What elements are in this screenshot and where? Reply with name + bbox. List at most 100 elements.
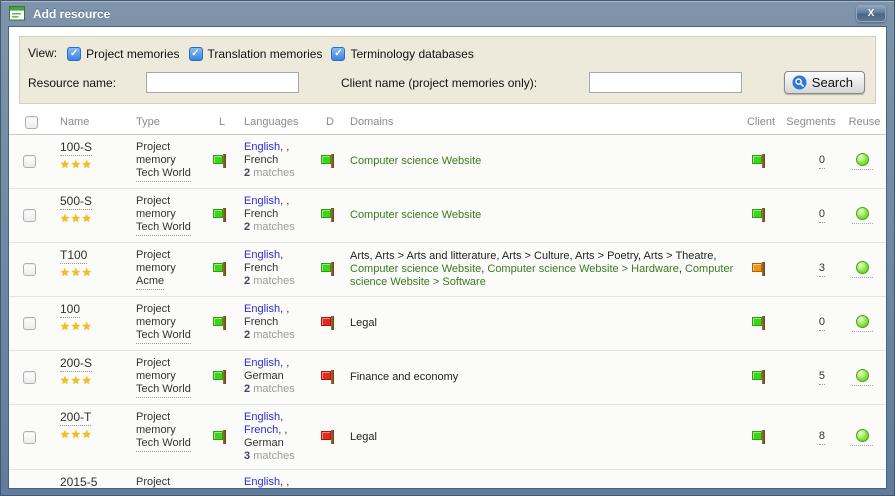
view-option-translation-memories[interactable]: ✓ Translation memories bbox=[189, 47, 323, 61]
green-flag-icon bbox=[321, 154, 336, 169]
language-text: , bbox=[280, 411, 283, 423]
red-flag-icon bbox=[321, 316, 336, 331]
row-checkbox[interactable] bbox=[23, 431, 36, 444]
segments-count[interactable]: 5 bbox=[819, 370, 825, 385]
segments-count[interactable]: 8 bbox=[819, 430, 825, 445]
reuse-indicator[interactable] bbox=[852, 261, 873, 278]
row-checkbox[interactable] bbox=[23, 317, 36, 330]
language-link[interactable]: English bbox=[244, 249, 280, 261]
row-checkbox[interactable] bbox=[23, 263, 36, 276]
checkbox-checked-icon[interactable]: ✓ bbox=[189, 47, 203, 61]
table-body[interactable]: 100-S★★★Project memoryTech WorldEnglish,… bbox=[9, 135, 886, 488]
row-checkbox[interactable] bbox=[23, 209, 36, 222]
segments-count[interactable]: 0 bbox=[819, 154, 825, 169]
view-option-label: Translation memories bbox=[208, 47, 323, 61]
language-text: French bbox=[244, 208, 278, 220]
header-reuse: Reuse bbox=[839, 110, 886, 134]
header-l: L bbox=[207, 110, 237, 134]
reuse-ball-icon bbox=[856, 315, 869, 328]
language-text: , , bbox=[280, 195, 289, 207]
resource-owner[interactable]: Tech World bbox=[136, 437, 191, 452]
resource-name[interactable]: 100-S bbox=[60, 141, 92, 156]
language-text: , , bbox=[278, 424, 287, 436]
header-segments: Segments bbox=[783, 110, 839, 134]
matches-count: 2 matches bbox=[244, 167, 313, 180]
table-row: T100★★★Project memoryAcmeEnglish,French2… bbox=[9, 243, 886, 297]
resource-type: Project memory bbox=[136, 357, 203, 383]
resource-name[interactable]: 100 bbox=[60, 303, 80, 318]
search-button-label: Search bbox=[812, 75, 853, 90]
checkbox-checked-icon[interactable]: ✓ bbox=[331, 47, 345, 61]
row-checkbox[interactable] bbox=[23, 371, 36, 384]
rating-stars-icon: ★★★ bbox=[60, 267, 125, 280]
language-link[interactable]: French bbox=[244, 424, 278, 436]
dialog-content: View: ✓Project memories✓Translation memo… bbox=[8, 26, 887, 489]
table-header: NameTypeLLanguagesDDomainsClientSegments… bbox=[9, 110, 886, 135]
language-link[interactable]: English bbox=[244, 303, 280, 315]
view-option-project-memories[interactable]: ✓ Project memories bbox=[67, 47, 179, 61]
language-text: German bbox=[244, 370, 284, 382]
reuse-indicator[interactable] bbox=[852, 153, 873, 170]
segments-count[interactable]: 3 bbox=[819, 262, 825, 277]
select-all-checkbox[interactable] bbox=[25, 116, 38, 129]
domains-text: Legal bbox=[350, 317, 377, 330]
checkbox-checked-icon[interactable]: ✓ bbox=[67, 47, 81, 61]
close-button[interactable]: X bbox=[856, 5, 886, 22]
header-languages: Languages bbox=[237, 110, 317, 134]
resource-owner[interactable]: Acme bbox=[136, 275, 164, 290]
client-name-input[interactable] bbox=[589, 72, 742, 93]
resource-name-label: Resource name: bbox=[28, 76, 146, 90]
language-text: , bbox=[280, 249, 283, 261]
language-link[interactable]: English bbox=[244, 357, 280, 369]
resource-owner[interactable]: Tech World bbox=[136, 329, 191, 344]
resource-owner[interactable]: Tech World bbox=[136, 383, 191, 398]
green-flag-icon bbox=[321, 262, 336, 277]
view-option-label: Terminology databases bbox=[350, 47, 473, 61]
search-button[interactable]: Search bbox=[784, 71, 865, 94]
language-text: , , bbox=[280, 476, 289, 488]
reuse-ball-icon bbox=[856, 207, 869, 220]
segments-count[interactable]: 0 bbox=[819, 316, 825, 331]
reuse-indicator[interactable] bbox=[852, 315, 873, 332]
green-flag-icon bbox=[752, 370, 767, 385]
add-resource-dialog: Add resource X View: ✓Project memories✓T… bbox=[0, 0, 895, 496]
reuse-indicator[interactable] bbox=[852, 429, 873, 446]
row-checkbox[interactable] bbox=[23, 155, 36, 168]
reuse-indicator[interactable] bbox=[852, 207, 873, 224]
resource-name[interactable]: 2015-5 bbox=[60, 476, 97, 488]
rating-stars-icon: ★★★ bbox=[60, 429, 125, 442]
view-row: View: ✓Project memories✓Translation memo… bbox=[28, 45, 867, 61]
table-row: 200-S★★★Project memoryTech WorldEnglish,… bbox=[9, 351, 886, 405]
resource-owner[interactable]: Tech World bbox=[136, 221, 191, 236]
reuse-indicator[interactable] bbox=[852, 369, 873, 386]
table-row: 100★★★Project memoryTech WorldEnglish, ,… bbox=[9, 297, 886, 351]
language-link[interactable]: English bbox=[244, 476, 280, 488]
red-flag-icon bbox=[321, 430, 336, 445]
resource-table: NameTypeLLanguagesDDomainsClientSegments… bbox=[9, 110, 886, 488]
language-link[interactable]: English bbox=[244, 195, 280, 207]
domains-text: Arts, Arts > Arts and litterature, Arts … bbox=[350, 250, 735, 289]
header-type: Type bbox=[129, 110, 207, 134]
view-option-label: Project memories bbox=[86, 47, 179, 61]
rating-stars-icon: ★★★ bbox=[60, 159, 125, 172]
resource-name[interactable]: 500-S bbox=[60, 195, 92, 210]
segments-count[interactable]: 0 bbox=[819, 208, 825, 223]
resource-owner[interactable]: Tech World bbox=[136, 167, 191, 182]
language-text: , , bbox=[280, 303, 289, 315]
language-link[interactable]: English bbox=[244, 141, 280, 153]
rating-stars-icon: ★★★ bbox=[60, 213, 125, 226]
language-link[interactable]: English bbox=[244, 411, 280, 423]
resource-type: Project memory bbox=[136, 411, 203, 437]
resource-name[interactable]: 200-S bbox=[60, 357, 92, 372]
resource-name[interactable]: 200-T bbox=[60, 411, 91, 426]
view-options: ✓ Project memories ✓ Translation memories ✓ T… bbox=[67, 45, 483, 61]
green-flag-icon bbox=[213, 370, 228, 385]
header-d: D bbox=[317, 110, 343, 134]
table-row: 200-T ★★★ Project memoryTech World English,… bbox=[9, 405, 886, 470]
resource-name[interactable]: T100 bbox=[60, 249, 87, 264]
resource-name-input[interactable] bbox=[146, 72, 299, 93]
client-name-label: Client name (project memories only): bbox=[341, 76, 537, 90]
view-option-terminology-databases[interactable]: ✓ Terminology databases bbox=[331, 47, 473, 61]
table-row: 100-S★★★Project memoryTech WorldEnglish,… bbox=[9, 135, 886, 189]
header-client: Client bbox=[739, 110, 783, 134]
